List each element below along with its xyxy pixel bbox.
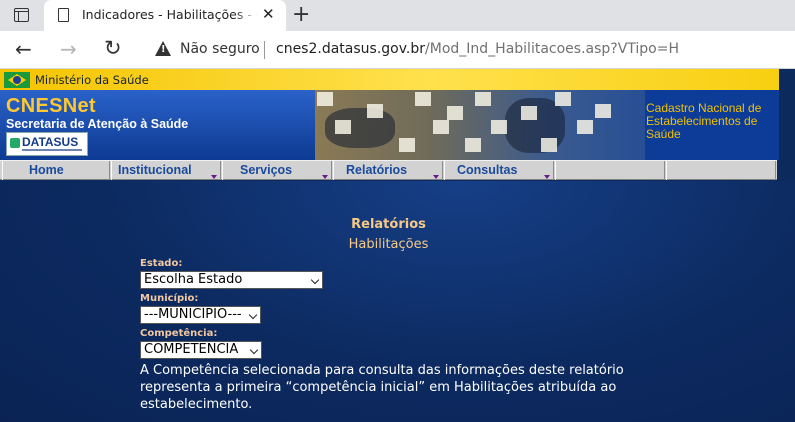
datasus-underline: [22, 149, 82, 152]
submenu-arrow-icon: [544, 175, 550, 179]
municipio-label: Município:: [140, 293, 199, 304]
photo-tile: [399, 138, 415, 152]
photo-tile: [521, 106, 537, 120]
photo-tile: [595, 104, 611, 118]
photo-tile: [555, 92, 571, 106]
url-path: /Mod_Ind_Habilitacoes.asp?VTipo=H: [425, 41, 680, 57]
header-photo: [315, 90, 645, 160]
close-icon[interactable]: ✕: [262, 5, 275, 23]
photo-tile: [433, 120, 449, 134]
cadastro-title: Cadastro Nacional de Estabelecimentos de…: [646, 101, 762, 141]
main-content: Relatórios Habilitações Estado: Escolha …: [0, 181, 795, 422]
competencia-note: A Competência selecionada para consulta …: [140, 363, 624, 412]
tab-title: Indicadores - Habilitações - Cnes: [82, 7, 258, 22]
page-subtitle: Habilitações: [348, 237, 429, 252]
chevron-down-icon: [310, 275, 320, 285]
header-branding: CNESNet Secretaria de Atenção à Saúde DA…: [0, 90, 320, 160]
municipio-select[interactable]: ---MUNICÍPIO---: [140, 306, 261, 324]
ministry-label: Ministério da Saúde: [35, 73, 149, 87]
menu-item-label: Consultas: [457, 163, 518, 177]
estado-selected-value: Escolha Estado: [144, 272, 243, 287]
menu-item-label: Serviços: [240, 163, 293, 177]
datasus-logo[interactable]: DATASUS: [6, 132, 88, 156]
department-label: Secretaria de Atenção à Saúde: [6, 117, 189, 131]
competencia-label: Competência:: [140, 328, 218, 339]
address-divider: [264, 41, 265, 59]
site-logo[interactable]: CNESNet: [6, 95, 96, 118]
page-title: Relatórios: [351, 217, 426, 232]
photo-tile: [475, 92, 491, 106]
reload-icon[interactable]: ↻: [104, 36, 122, 60]
url-field[interactable]: cnes2.datasus.gov.br/Mod_Ind_Habilitacoe…: [276, 41, 679, 57]
photo-tile: [415, 92, 431, 106]
photo-tile: [367, 104, 383, 118]
address-bar: ← → ↻ Não seguro cnes2.datasus.gov.br/Mo…: [0, 31, 795, 69]
menu-item-home[interactable]: Home: [2, 161, 110, 180]
new-tab-icon[interactable]: +: [292, 2, 310, 27]
datasus-mark-icon: [10, 138, 20, 148]
datasus-label: DATASUS: [22, 135, 79, 149]
chevron-down-icon: [249, 345, 259, 355]
ministry-bar: Ministério da Saúde: [0, 69, 779, 90]
menu-spacer: [666, 161, 776, 180]
photo-tile: [541, 138, 557, 152]
tab-switcher-icon[interactable]: [14, 8, 29, 22]
browser-tab-bar: Indicadores - Habilitações - Cnes ✕ +: [0, 0, 795, 31]
municipio-selected-value: ---MUNICÍPIO---: [144, 307, 242, 322]
menu-item-servicos[interactable]: Serviços: [222, 161, 332, 180]
photo-tile: [447, 106, 463, 120]
menu-item-institucional[interactable]: Institucional: [111, 161, 221, 180]
main-menu: Home Institucional Serviços Relatórios C…: [0, 160, 777, 180]
competencia-select[interactable]: COMPETENCIA: [140, 341, 262, 359]
back-arrow-icon[interactable]: ←: [15, 37, 32, 61]
url-host: cnes2.datasus.gov.br: [276, 41, 426, 57]
brazil-flag-icon: [4, 72, 30, 88]
submenu-arrow-icon: [433, 175, 439, 179]
photo-tile: [465, 138, 481, 152]
competencia-selected-value: COMPETENCIA: [144, 342, 239, 357]
warning-icon[interactable]: [155, 41, 171, 56]
security-label[interactable]: Não seguro: [180, 41, 260, 57]
forward-arrow-icon[interactable]: →: [60, 37, 77, 61]
photo-tile: [317, 92, 333, 106]
site-header: CNESNet Secretaria de Atenção à Saúde DA…: [0, 90, 779, 160]
menu-item-consultas[interactable]: Consultas: [444, 161, 554, 180]
menu-item-label: Institucional: [118, 163, 192, 177]
page-icon: [58, 8, 69, 22]
submenu-arrow-icon: [322, 175, 328, 179]
photo-tile: [577, 120, 593, 134]
menu-item-relatorios[interactable]: Relatórios: [333, 161, 443, 180]
estado-select[interactable]: Escolha Estado: [140, 271, 323, 289]
photo-tile: [335, 120, 351, 134]
menu-item-label: Home: [29, 163, 64, 177]
estado-label: Estado:: [140, 258, 183, 269]
chevron-down-icon: [248, 310, 258, 320]
photo-tile: [491, 120, 507, 134]
submenu-arrow-icon: [211, 175, 217, 179]
menu-item-label: Relatórios: [346, 163, 408, 177]
menu-spacer: [555, 161, 665, 180]
browser-tab[interactable]: Indicadores - Habilitações - Cnes ✕: [44, 0, 286, 31]
